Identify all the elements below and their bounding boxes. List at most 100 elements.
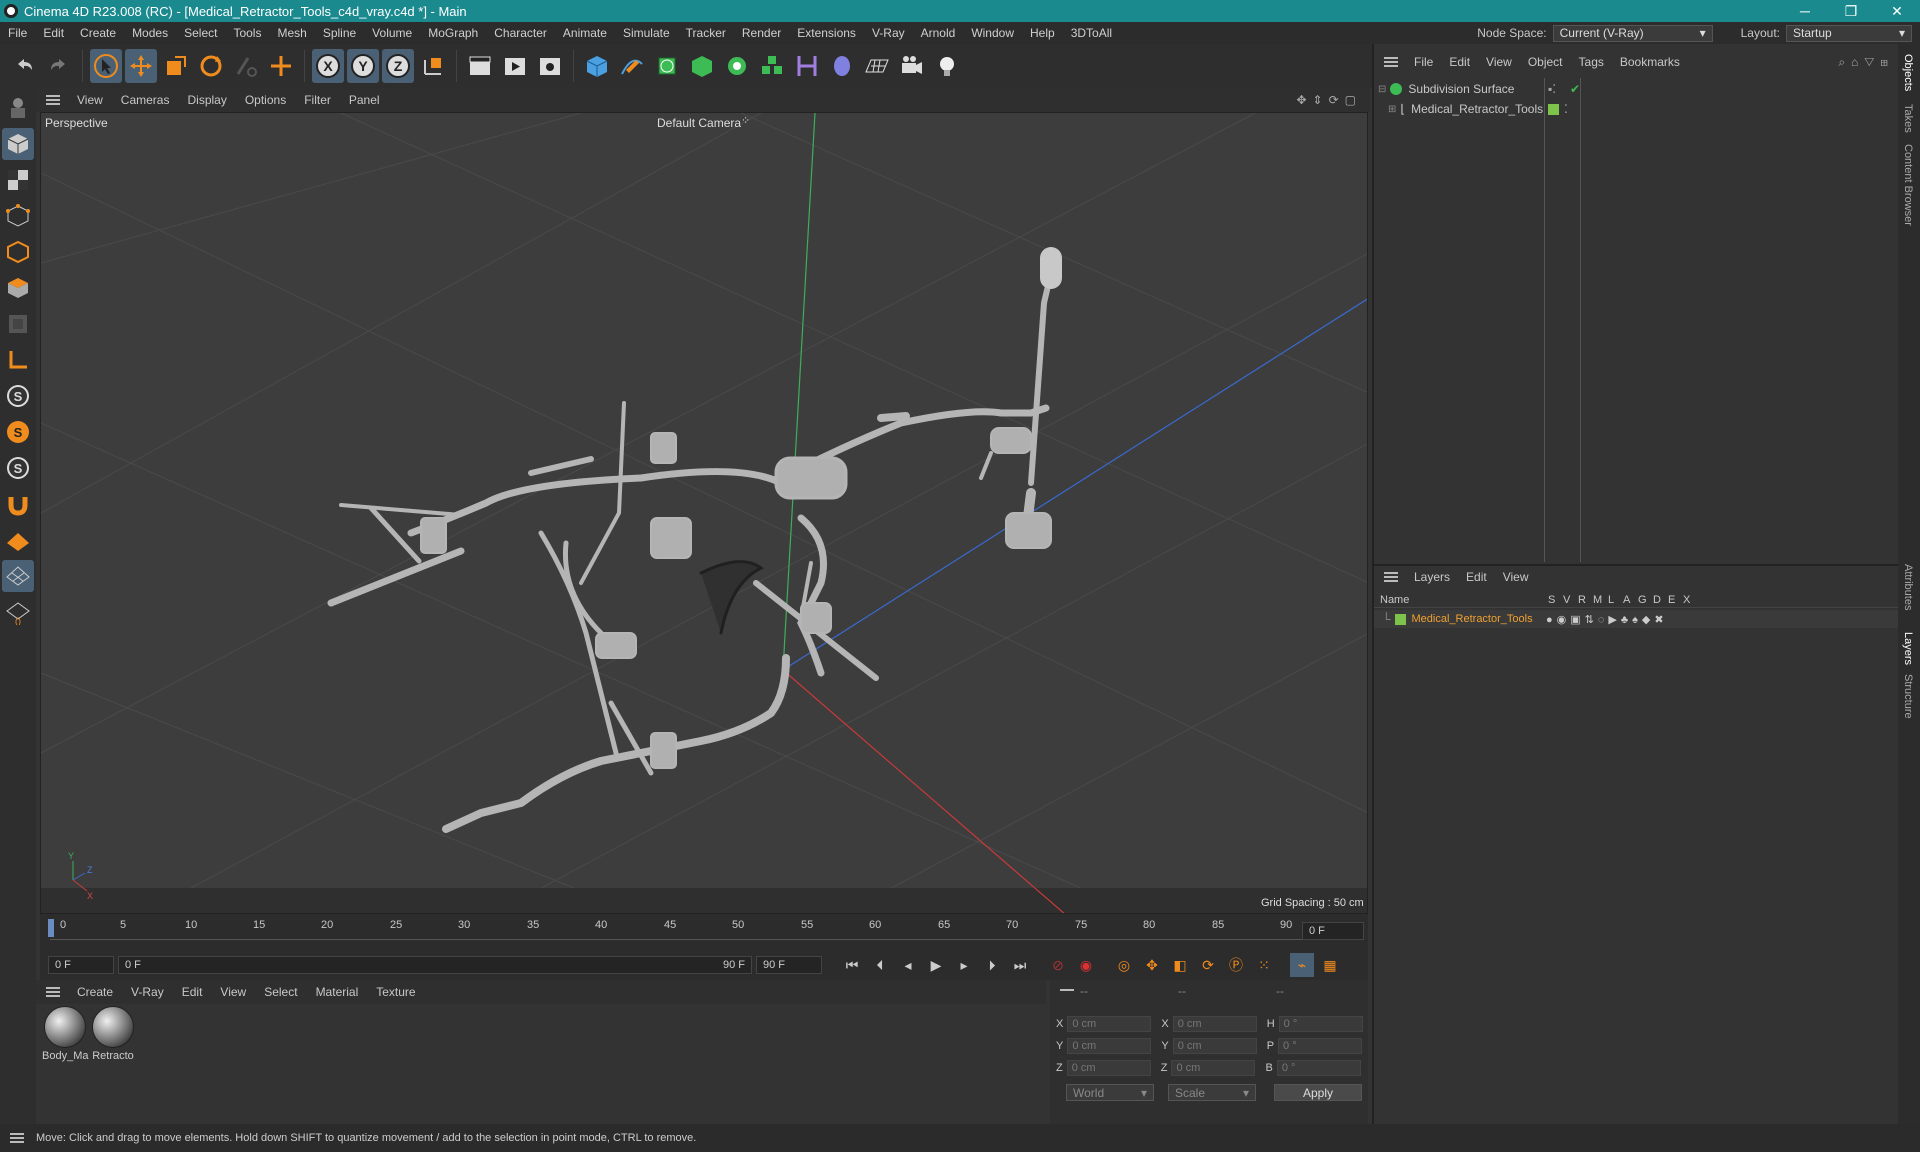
rotate-tool-button[interactable] [195, 49, 227, 83]
model-mode-button[interactable] [2, 128, 34, 160]
layer-column-xref[interactable]: X [1683, 594, 1690, 606]
menu-tracker[interactable]: Tracker [678, 26, 734, 40]
expand-icon[interactable]: ⊞ [1388, 104, 1396, 115]
layer-color-icon[interactable] [1548, 103, 1559, 115]
x-axis-lock-button[interactable]: X [312, 49, 344, 83]
viewport-menu-view[interactable]: View [68, 93, 112, 107]
next-keyframe-button[interactable]: ⏵ [980, 953, 1004, 977]
layer-color-icon[interactable] [1394, 613, 1406, 625]
material-swatch[interactable]: Retracto [90, 1006, 136, 1062]
material-swatch[interactable]: Body_Ma [42, 1006, 88, 1062]
planar-workplane-button[interactable]: () [2, 596, 34, 628]
locked-workplane-button[interactable] [2, 560, 34, 592]
menu-modes[interactable]: Modes [124, 26, 176, 40]
timeline-playhead[interactable] [48, 919, 54, 937]
viewport-nav-icons[interactable]: ✥⇕⟳▢ [1296, 93, 1362, 107]
select-tool-button[interactable] [90, 49, 122, 83]
z-axis-lock-button[interactable]: Z [382, 49, 414, 83]
expand-icon[interactable]: ⊟ [1378, 84, 1386, 95]
key-rotation-button[interactable]: ⟳ [1196, 953, 1220, 977]
layer-menu-edit[interactable]: Edit [1458, 570, 1495, 584]
layer-column-generators[interactable]: G [1638, 594, 1647, 606]
menu-volume[interactable]: Volume [364, 26, 420, 40]
menu-character[interactable]: Character [486, 26, 555, 40]
go-to-start-button[interactable]: ⏮ [840, 953, 864, 977]
layer-column-solo[interactable]: S [1548, 594, 1555, 606]
viewport-scene[interactable]: Grid Spacing : 50 cm Y Z X [41, 113, 1368, 914]
layer-menu-layers[interactable]: Layers [1406, 570, 1458, 584]
menu-animate[interactable]: Animate [555, 26, 615, 40]
layer-column-animation[interactable]: A [1623, 594, 1630, 606]
object-menu-bookmarks[interactable]: Bookmarks [1612, 55, 1688, 69]
tab-layers[interactable]: Layers [1902, 632, 1914, 665]
redo-button[interactable] [43, 49, 75, 83]
transform-tool-button[interactable] [265, 49, 297, 83]
start-frame-field[interactable]: 0 F [48, 956, 114, 974]
light-button[interactable] [931, 49, 963, 83]
object-row[interactable]: ⊞ ⌊ Medical_Retractor_Tools ⁚ [1388, 100, 1898, 118]
material-menu-select[interactable]: Select [255, 985, 306, 999]
cloner-button[interactable] [721, 49, 753, 83]
frame-range-slider[interactable]: 0 F 90 F [118, 956, 752, 974]
deformer-button[interactable] [791, 49, 823, 83]
hamburger-icon[interactable] [46, 987, 60, 997]
menu-vray[interactable]: V-Ray [864, 26, 913, 40]
menu-select[interactable]: Select [176, 26, 225, 40]
viewport-menu-filter[interactable]: Filter [295, 93, 340, 107]
layer-column-locked[interactable]: L [1608, 594, 1614, 606]
position-z-field[interactable]: 0 cm [1066, 1060, 1151, 1076]
camera-button[interactable] [896, 49, 928, 83]
edges-mode-button[interactable] [2, 236, 34, 268]
y-axis-lock-button[interactable]: Y [347, 49, 379, 83]
pen-spline-button[interactable] [616, 49, 648, 83]
position-y-field[interactable]: 0 cm [1067, 1038, 1152, 1054]
key-pla-button[interactable]: ⁙ [1252, 953, 1276, 977]
array-button[interactable] [756, 49, 788, 83]
menu-arnold[interactable]: Arnold [913, 26, 964, 40]
position-x-field[interactable]: 0 cm [1067, 1016, 1152, 1032]
3d-viewport[interactable]: Grid Spacing : 50 cm Y Z X Perspective D… [40, 112, 1368, 914]
tab-takes[interactable]: Takes [1902, 104, 1914, 133]
layer-row[interactable]: └ Medical_Retractor_Tools ●◉▣⇅◌▶♣♠◆✖ [1374, 610, 1900, 628]
play-button[interactable]: ▶ [924, 953, 948, 977]
render-view-button[interactable] [464, 49, 496, 83]
hamburger-icon[interactable] [1384, 57, 1398, 67]
layer-column-view[interactable]: V [1563, 594, 1570, 606]
rotation-p-field[interactable]: 0 ° [1278, 1038, 1363, 1054]
axis-mode-button[interactable] [2, 344, 34, 376]
size-mode-dropdown[interactable]: Scale ▾ [1168, 1084, 1256, 1101]
current-frame-field[interactable]: 0 F [1302, 922, 1364, 940]
quantize-button[interactable]: S [2, 452, 34, 484]
viewport-menu-panel[interactable]: Panel [340, 93, 389, 107]
material-menu-texture[interactable]: Texture [367, 985, 424, 999]
key-position-button[interactable]: ✥ [1140, 953, 1164, 977]
previous-frame-button[interactable]: ◂ [896, 953, 920, 977]
size-y-field[interactable]: 0 cm [1172, 1038, 1257, 1054]
uv-mode-button[interactable] [2, 308, 34, 340]
menu-edit[interactable]: Edit [35, 26, 72, 40]
end-frame-field[interactable]: 90 F [756, 956, 822, 974]
polygons-mode-button[interactable] [2, 272, 34, 304]
texture-mode-button[interactable] [2, 164, 34, 196]
rotation-h-field[interactable]: 0 ° [1278, 1016, 1363, 1032]
floor-button[interactable] [861, 49, 893, 83]
timeline-window-button[interactable]: ▦ [1318, 953, 1342, 977]
material-menu-material[interactable]: Material [307, 985, 368, 999]
layer-column-render[interactable]: R [1578, 594, 1586, 606]
menu-spline[interactable]: Spline [315, 26, 364, 40]
minimize-button[interactable]: ─ [1782, 3, 1828, 20]
layout-dropdown[interactable]: Startup ▾ [1786, 24, 1912, 42]
object-menu-edit[interactable]: Edit [1441, 55, 1478, 69]
hamburger-icon[interactable] [46, 95, 60, 105]
menu-create[interactable]: Create [72, 26, 124, 40]
tab-structure[interactable]: Structure [1902, 674, 1914, 719]
menu-extensions[interactable]: Extensions [789, 26, 864, 40]
subdivision-button[interactable] [651, 49, 683, 83]
node-space-dropdown[interactable]: Current (V-Ray) ▾ [1552, 24, 1713, 42]
go-to-end-button[interactable]: ⏭ [1008, 953, 1032, 977]
layer-column-manager[interactable]: M [1593, 594, 1602, 606]
tab-content-browser[interactable]: Content Browser [1902, 144, 1914, 226]
autokey-button[interactable]: ◉ [1074, 953, 1098, 977]
viewport-menu-options[interactable]: Options [236, 93, 295, 107]
key-parameter-button[interactable]: Ⓟ [1224, 953, 1248, 977]
